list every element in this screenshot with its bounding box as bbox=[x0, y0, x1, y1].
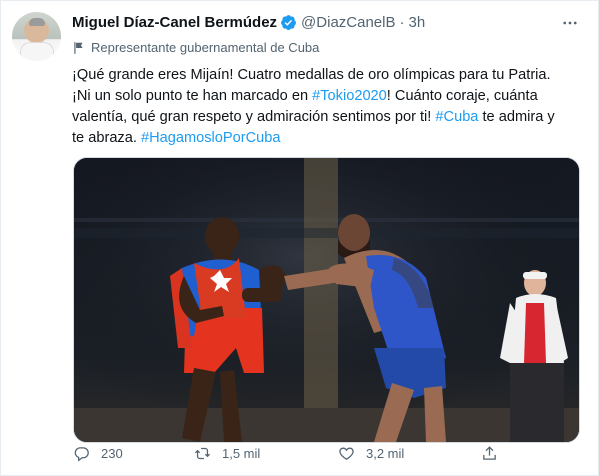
tweet-text: ¡Qué grande eres Mijaín! Cuatro medallas… bbox=[72, 65, 577, 149]
separator-dot: · bbox=[399, 14, 405, 31]
like-count: 3,2 mil bbox=[366, 445, 405, 461]
tweet-card[interactable]: Miguel Díaz-Canel Bermúdez @DiazCanelB ·… bbox=[0, 0, 599, 476]
reply-count: 230 bbox=[101, 445, 123, 461]
tweet-text-line-2: ¡Ni un solo punto te han marcado en #Tok… bbox=[72, 86, 577, 107]
tweet-photo[interactable] bbox=[73, 157, 580, 443]
tweet-text-segment: ¡Ni un solo punto te han marcado en bbox=[72, 88, 313, 104]
retweet-icon bbox=[194, 447, 211, 459]
tweet-text-line-3: valentía, qué gran respeto y admiración … bbox=[72, 107, 577, 128]
tweet-header: Miguel Díaz-Canel Bermúdez @DiazCanelB ·… bbox=[72, 14, 425, 31]
government-label: Representante gubernamental de Cuba bbox=[72, 40, 319, 55]
like-button[interactable]: 3,2 mil bbox=[338, 445, 404, 462]
tweet-text-segment: te abraza. bbox=[72, 130, 141, 146]
tweet-text-segment: valentía, qué gran respeto y admiración … bbox=[72, 109, 436, 125]
author-handle[interactable]: @DiazCanelB bbox=[301, 14, 395, 31]
tweet-text-line-1: ¡Qué grande eres Mijaín! Cuatro medallas… bbox=[72, 65, 577, 86]
retweet-count: 1,5 mil bbox=[222, 445, 261, 461]
retweet-button[interactable]: 1,5 mil bbox=[194, 445, 260, 462]
tweet-timestamp[interactable]: 3h bbox=[408, 14, 425, 31]
more-options-icon[interactable] bbox=[560, 13, 580, 33]
verified-badge-icon bbox=[281, 15, 296, 30]
tweet-text-segment: ¡Qué grande eres Mijaín! Cuatro medallas… bbox=[72, 67, 551, 83]
flag-icon bbox=[74, 41, 83, 54]
hashtag-link[interactable]: #HagamosloPorCuba bbox=[141, 130, 281, 146]
share-button[interactable] bbox=[481, 445, 509, 462]
author-avatar[interactable] bbox=[12, 12, 61, 61]
reply-button[interactable]: 230 bbox=[73, 445, 123, 462]
reply-icon bbox=[74, 446, 89, 461]
like-icon bbox=[339, 447, 354, 460]
wrestling-photo-illustration bbox=[74, 158, 579, 442]
tweet-text-segment: ! Cuánto coraje, cuánta bbox=[386, 88, 538, 104]
hashtag-link[interactable]: #Tokio2020 bbox=[312, 88, 387, 104]
government-label-text: Representante gubernamental de Cuba bbox=[91, 40, 320, 55]
share-icon bbox=[483, 445, 496, 460]
author-name[interactable]: Miguel Díaz-Canel Bermúdez bbox=[72, 14, 277, 31]
tweet-text-line-4: te abraza. #HagamosloPorCuba bbox=[72, 128, 577, 149]
hashtag-link[interactable]: #Cuba bbox=[435, 109, 478, 125]
tweet-text-segment: te admira y bbox=[478, 109, 555, 125]
